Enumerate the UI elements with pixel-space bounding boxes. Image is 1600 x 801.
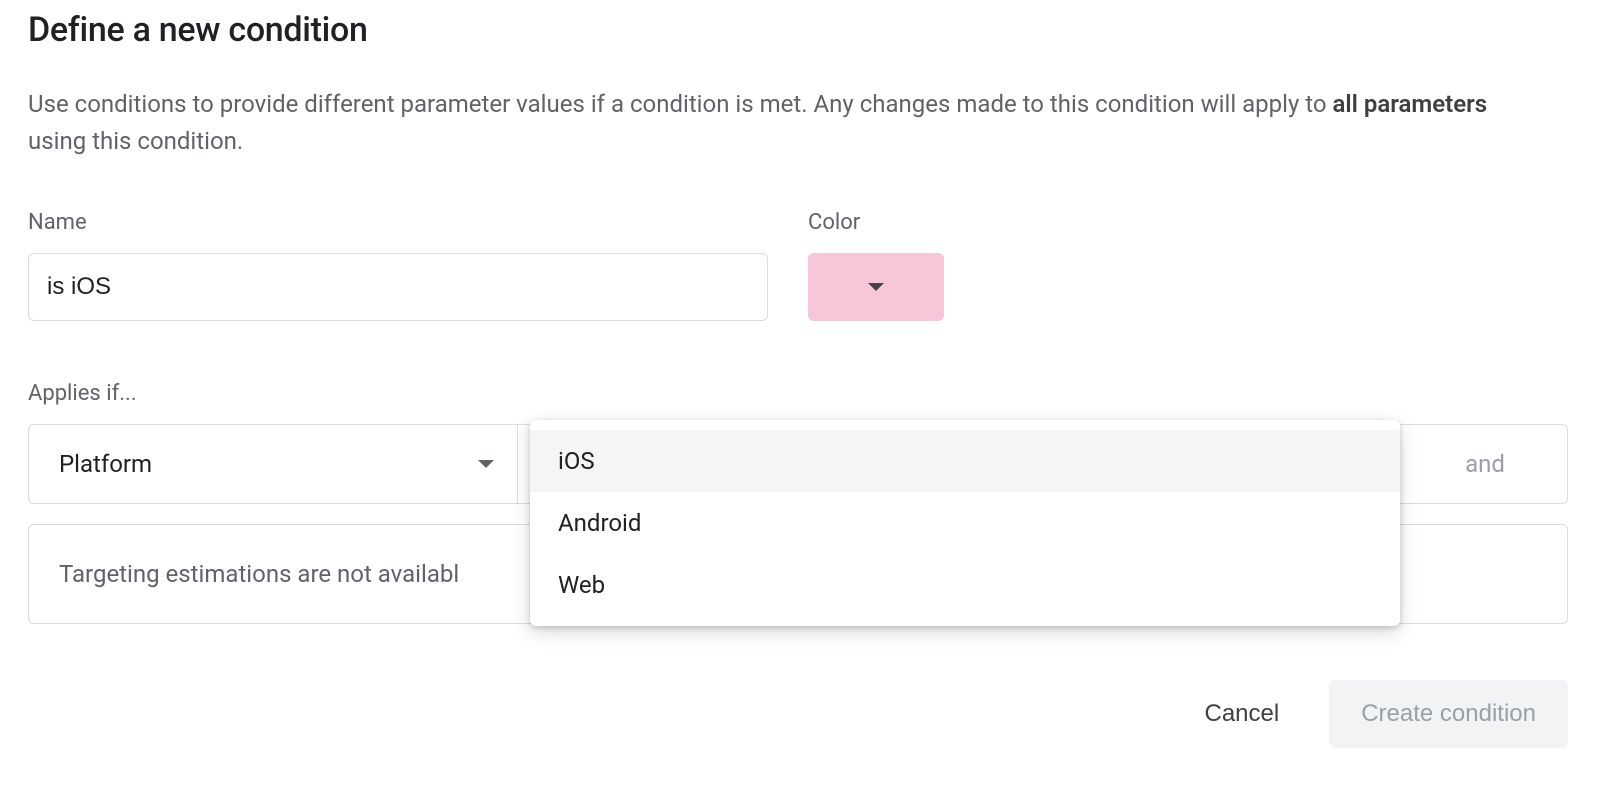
description-bold: all parameters (1333, 90, 1488, 118)
platform-dropdown-menu: iOS Android Web (530, 420, 1400, 626)
description-suffix: using this condition. (28, 127, 243, 155)
chevron-down-icon (477, 459, 495, 469)
color-picker[interactable] (808, 253, 944, 321)
chevron-down-icon (867, 282, 885, 292)
condition-description: Use conditions to provide different para… (28, 86, 1498, 160)
page-title: Define a new condition (28, 10, 1568, 50)
applies-if-label: Applies if... (28, 381, 1568, 406)
name-input[interactable] (28, 253, 768, 321)
dropdown-item-android[interactable]: Android (530, 492, 1400, 554)
description-prefix: Use conditions to provide different para… (28, 90, 1333, 118)
condition-type-select[interactable]: Platform (28, 424, 518, 504)
color-label: Color (808, 210, 944, 235)
and-chip[interactable]: and (1403, 424, 1568, 504)
cancel-button[interactable]: Cancel (1195, 684, 1290, 744)
targeting-message: Targeting estimations are not availabl (59, 560, 459, 588)
dropdown-item-web[interactable]: Web (530, 554, 1400, 616)
dropdown-item-ios[interactable]: iOS (530, 430, 1400, 492)
create-condition-button[interactable]: Create condition (1329, 680, 1568, 748)
condition-type-value: Platform (59, 450, 152, 478)
name-label: Name (28, 210, 768, 235)
